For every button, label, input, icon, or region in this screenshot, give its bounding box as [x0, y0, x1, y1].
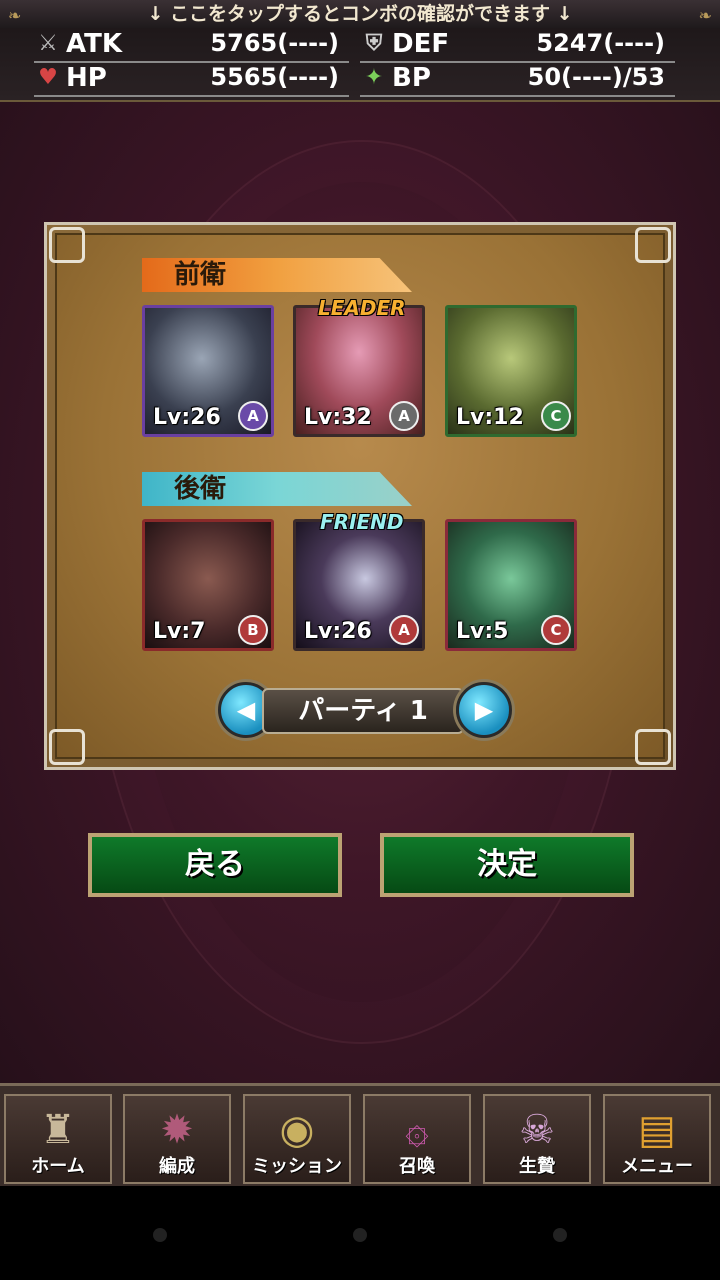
nav-menu[interactable]: ▤ メニュー — [603, 1094, 711, 1184]
rank-badge: A — [389, 401, 419, 431]
rank-badge: B — [238, 615, 268, 645]
stats-header[interactable]: ↓ ここをタップするとコンボの確認ができます ↓ ❧ ❧ ⚔ ATK 5765(… — [0, 0, 720, 102]
portal-icon: ۞ — [405, 1107, 429, 1153]
nav-label: メニュー — [621, 1156, 693, 1177]
back-card-3[interactable]: Lv:5 C — [445, 519, 577, 651]
stat-value: 5247(----) — [536, 29, 665, 57]
bp-icon: ✦ — [364, 65, 384, 90]
combo-hint[interactable]: ↓ ここをタップするとコンボの確認ができます ↓ — [0, 0, 720, 28]
heart-icon: ♥ — [38, 65, 58, 90]
next-party-button[interactable]: ▶ — [456, 682, 512, 738]
back-row-banner: 後衛 — [142, 472, 412, 506]
stat-value: 5565(----) — [210, 63, 339, 91]
back-card-2[interactable]: Lv:26 A — [293, 519, 425, 651]
ornament-right: ❧ — [698, 6, 712, 25]
chevron-right-icon: ▶ — [474, 696, 494, 724]
nav-label: ミッション — [252, 1156, 342, 1177]
skull-icon: ☠ — [519, 1107, 555, 1153]
level-label: Lv:7 — [153, 619, 206, 644]
level-label: Lv:26 — [153, 405, 221, 430]
front-card-2[interactable]: Lv:32 A — [293, 305, 425, 437]
stat-label: BP — [392, 63, 431, 93]
party-selector-label: パーティ 1 — [262, 688, 464, 734]
rank-badge: A — [389, 615, 419, 645]
leader-tag: LEADER — [318, 296, 406, 320]
back-card-1[interactable]: Lv:7 B — [142, 519, 274, 651]
globe-icon: ◉ — [279, 1107, 315, 1153]
system-back-dot[interactable] — [153, 1228, 167, 1242]
stat-label: HP — [66, 63, 107, 93]
rank-badge: C — [541, 615, 571, 645]
stat-bp: ✦ BP 50(----)/53 — [360, 61, 675, 97]
system-home-dot[interactable] — [353, 1228, 367, 1242]
book-icon: ▤ — [638, 1107, 676, 1153]
level-label: Lv:12 — [456, 405, 524, 430]
ornament-left: ❧ — [8, 6, 22, 25]
dragon-icon: ✹ — [160, 1107, 194, 1153]
chevron-left-icon: ◀ — [236, 696, 256, 724]
level-label: Lv:5 — [456, 619, 509, 644]
front-card-1[interactable]: Lv:26 A — [142, 305, 274, 437]
confirm-button[interactable]: 決定 — [380, 833, 634, 897]
stat-value: 50(----)/53 — [527, 63, 665, 91]
nav-sacrifice[interactable]: ☠ 生贄 — [483, 1094, 591, 1184]
front-card-3[interactable]: Lv:12 C — [445, 305, 577, 437]
frame-corner — [635, 729, 671, 765]
stat-hp: ♥ HP 5565(----) — [34, 61, 349, 97]
rank-badge: C — [541, 401, 571, 431]
level-label: Lv:32 — [304, 405, 372, 430]
back-button[interactable]: 戻る — [88, 833, 342, 897]
frame-corner — [49, 227, 85, 263]
stat-label: DEF — [392, 29, 450, 59]
shield-icon: ⛨ — [365, 31, 383, 56]
nav-label: 召喚 — [399, 1156, 435, 1177]
frame-corner — [49, 729, 85, 765]
sword-icon: ⚔ — [38, 31, 58, 56]
bottom-nav: ♜ ホーム ✹ 編成 ◉ ミッション ۞ 召喚 ☠ 生贄 ▤ メニュー — [0, 1083, 720, 1189]
front-row-banner: 前衛 — [142, 258, 412, 292]
stat-def: ⛨ DEF 5247(----) — [360, 27, 675, 63]
stat-atk: ⚔ ATK 5765(----) — [34, 27, 349, 63]
nav-formation[interactable]: ✹ 編成 — [123, 1094, 231, 1184]
frame-corner — [635, 227, 671, 263]
level-label: Lv:26 — [304, 619, 372, 644]
friend-tag: FRIEND — [320, 510, 404, 534]
nav-label: 編成 — [159, 1156, 195, 1177]
nav-home[interactable]: ♜ ホーム — [4, 1094, 112, 1184]
rank-badge: A — [238, 401, 268, 431]
stat-value: 5765(----) — [210, 29, 339, 57]
nav-label: ホーム — [31, 1156, 85, 1177]
castle-icon: ♜ — [40, 1107, 76, 1153]
nav-label: 生贄 — [519, 1156, 555, 1177]
system-recent-dot[interactable] — [553, 1228, 567, 1242]
stat-label: ATK — [66, 29, 122, 59]
nav-mission[interactable]: ◉ ミッション — [243, 1094, 351, 1184]
nav-summon[interactable]: ۞ 召喚 — [363, 1094, 471, 1184]
